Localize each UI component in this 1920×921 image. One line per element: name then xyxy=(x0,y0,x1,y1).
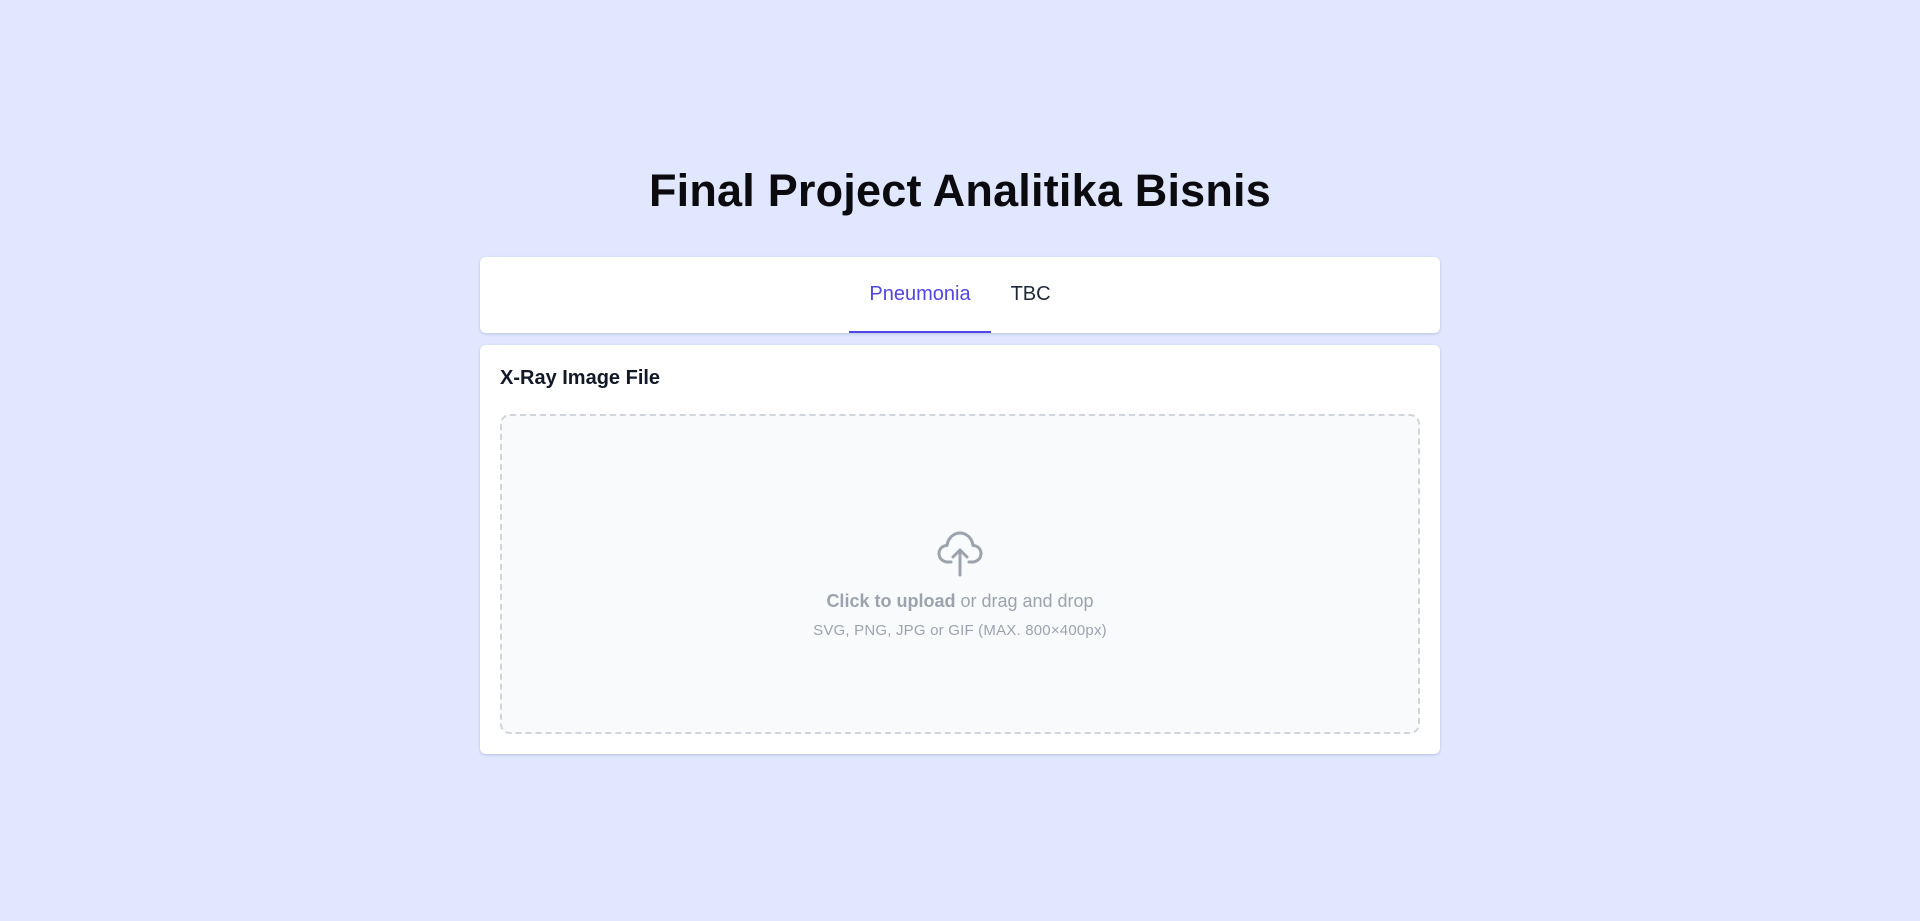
tab-tbc[interactable]: TBC xyxy=(991,257,1071,333)
cloud-upload-icon xyxy=(937,531,983,577)
tab-bar: Pneumonia TBC xyxy=(480,257,1440,333)
upload-instructions: Click to upload or drag and drop xyxy=(826,591,1093,612)
upload-dropzone[interactable]: Click to upload or drag and drop SVG, PN… xyxy=(500,414,1420,734)
page-title: Final Project Analitika Bisnis xyxy=(648,165,1271,216)
drag-drop-text: or drag and drop xyxy=(960,591,1094,611)
file-format-hint: SVG, PNG, JPG or GIF (MAX. 800×400px) xyxy=(813,622,1107,639)
tab-pneumonia[interactable]: Pneumonia xyxy=(849,257,991,333)
field-label: X-Ray Image File xyxy=(500,367,661,389)
upload-card: X-Ray Image File Click to upload or drag… xyxy=(480,345,1440,754)
click-to-upload-text: Click to upload xyxy=(826,591,956,611)
